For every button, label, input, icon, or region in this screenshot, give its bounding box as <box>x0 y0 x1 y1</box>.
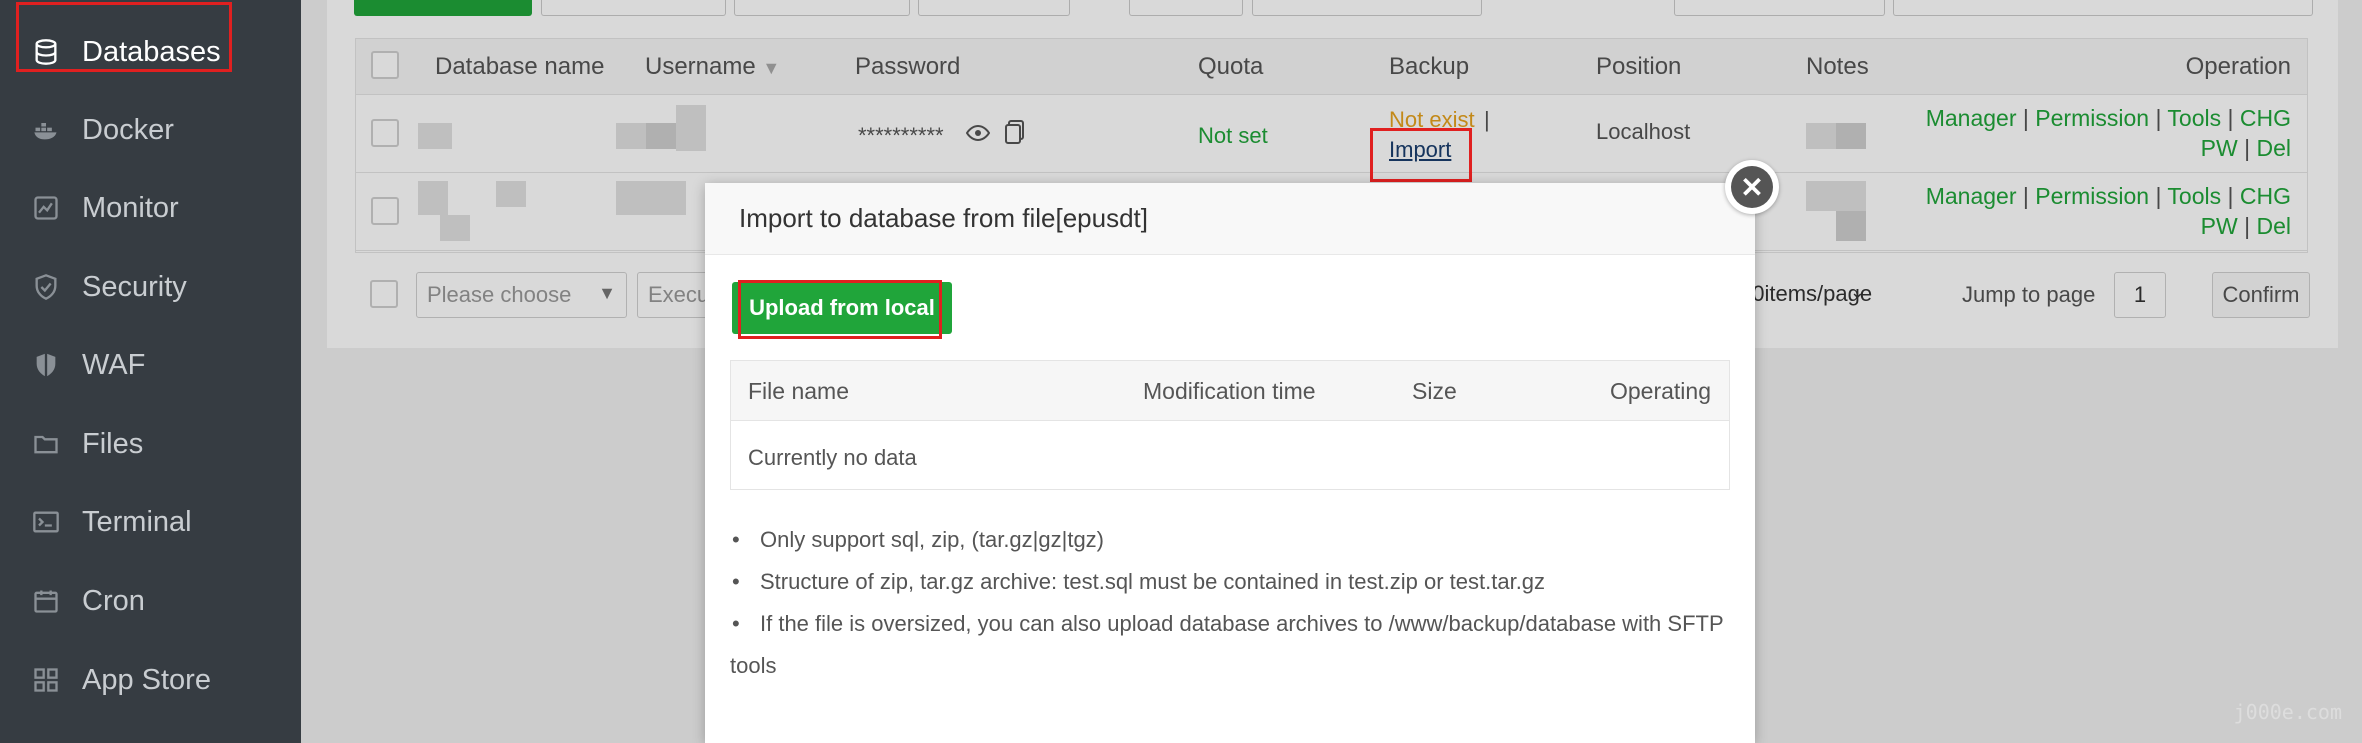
tip-item: Structure of zip, tar.gz archive: test.s… <box>730 561 1730 603</box>
empty-state-text: Currently no data <box>748 445 917 470</box>
watermark: j000e.com <box>2233 700 2342 724</box>
close-icon: ✕ <box>1731 166 1773 208</box>
close-modal-button[interactable]: ✕ <box>1725 160 1779 214</box>
file-table: File name Modification time Size Operati… <box>730 360 1730 490</box>
sidebar-item-label: Terminal <box>82 505 192 538</box>
sidebar-item-files[interactable]: Files <box>0 414 301 474</box>
sidebar-item-label: Files <box>82 427 144 460</box>
import-tips-list: Only support sql, zip, (tar.gz|gz|tgz) S… <box>730 519 1730 687</box>
sidebar-item-waf[interactable]: WAF <box>0 335 301 395</box>
highlight-box <box>16 2 232 72</box>
sidebar-item-cron[interactable]: Cron <box>0 571 301 631</box>
sidebar-item-label: Cron <box>82 584 145 617</box>
sidebar-item-docker[interactable]: Docker <box>0 100 301 160</box>
apps-grid-icon <box>32 666 60 694</box>
tip-item: If the file is oversized, you can also u… <box>730 603 1730 687</box>
sidebar-item-monitor[interactable]: Monitor <box>0 178 301 238</box>
column-header: Modification time <box>1143 378 1316 404</box>
sidebar-item-label: WAF <box>82 348 146 381</box>
calendar-icon <box>32 587 60 615</box>
folder-icon <box>32 430 60 458</box>
shield-icon <box>32 273 60 301</box>
highlight-box <box>738 280 942 339</box>
column-header: Size <box>1412 378 1457 404</box>
sidebar: Databases Docker Monitor Security WAF Fi… <box>0 0 301 743</box>
sidebar-item-databases[interactable]: Databases <box>0 2 301 82</box>
sidebar-item-label: Docker <box>82 113 174 146</box>
column-header: Operating <box>1609 378 1711 404</box>
monitor-icon <box>32 194 60 222</box>
sidebar-item-app-store[interactable]: App Store <box>0 650 301 710</box>
highlight-box <box>1370 128 1472 182</box>
modal-title: Import to database from file[epusdt] <box>739 203 1148 233</box>
sidebar-item-label: Security <box>82 270 187 303</box>
sidebar-item-terminal[interactable]: Terminal <box>0 492 301 552</box>
terminal-icon <box>32 508 60 536</box>
sidebar-item-label: App Store <box>82 663 211 696</box>
docker-icon <box>32 116 60 144</box>
file-table-header: File name Modification time Size Operati… <box>731 361 1729 421</box>
column-header: File name <box>748 378 849 404</box>
sidebar-item-security[interactable]: Security <box>0 257 301 317</box>
modal-header: Import to database from file[epusdt] <box>705 183 1755 255</box>
tip-item: Only support sql, zip, (tar.gz|gz|tgz) <box>730 519 1730 561</box>
sidebar-item-label: Monitor <box>82 191 179 224</box>
import-modal: Import to database from file[epusdt] Upl… <box>705 183 1755 743</box>
waf-shield-icon <box>32 351 60 379</box>
